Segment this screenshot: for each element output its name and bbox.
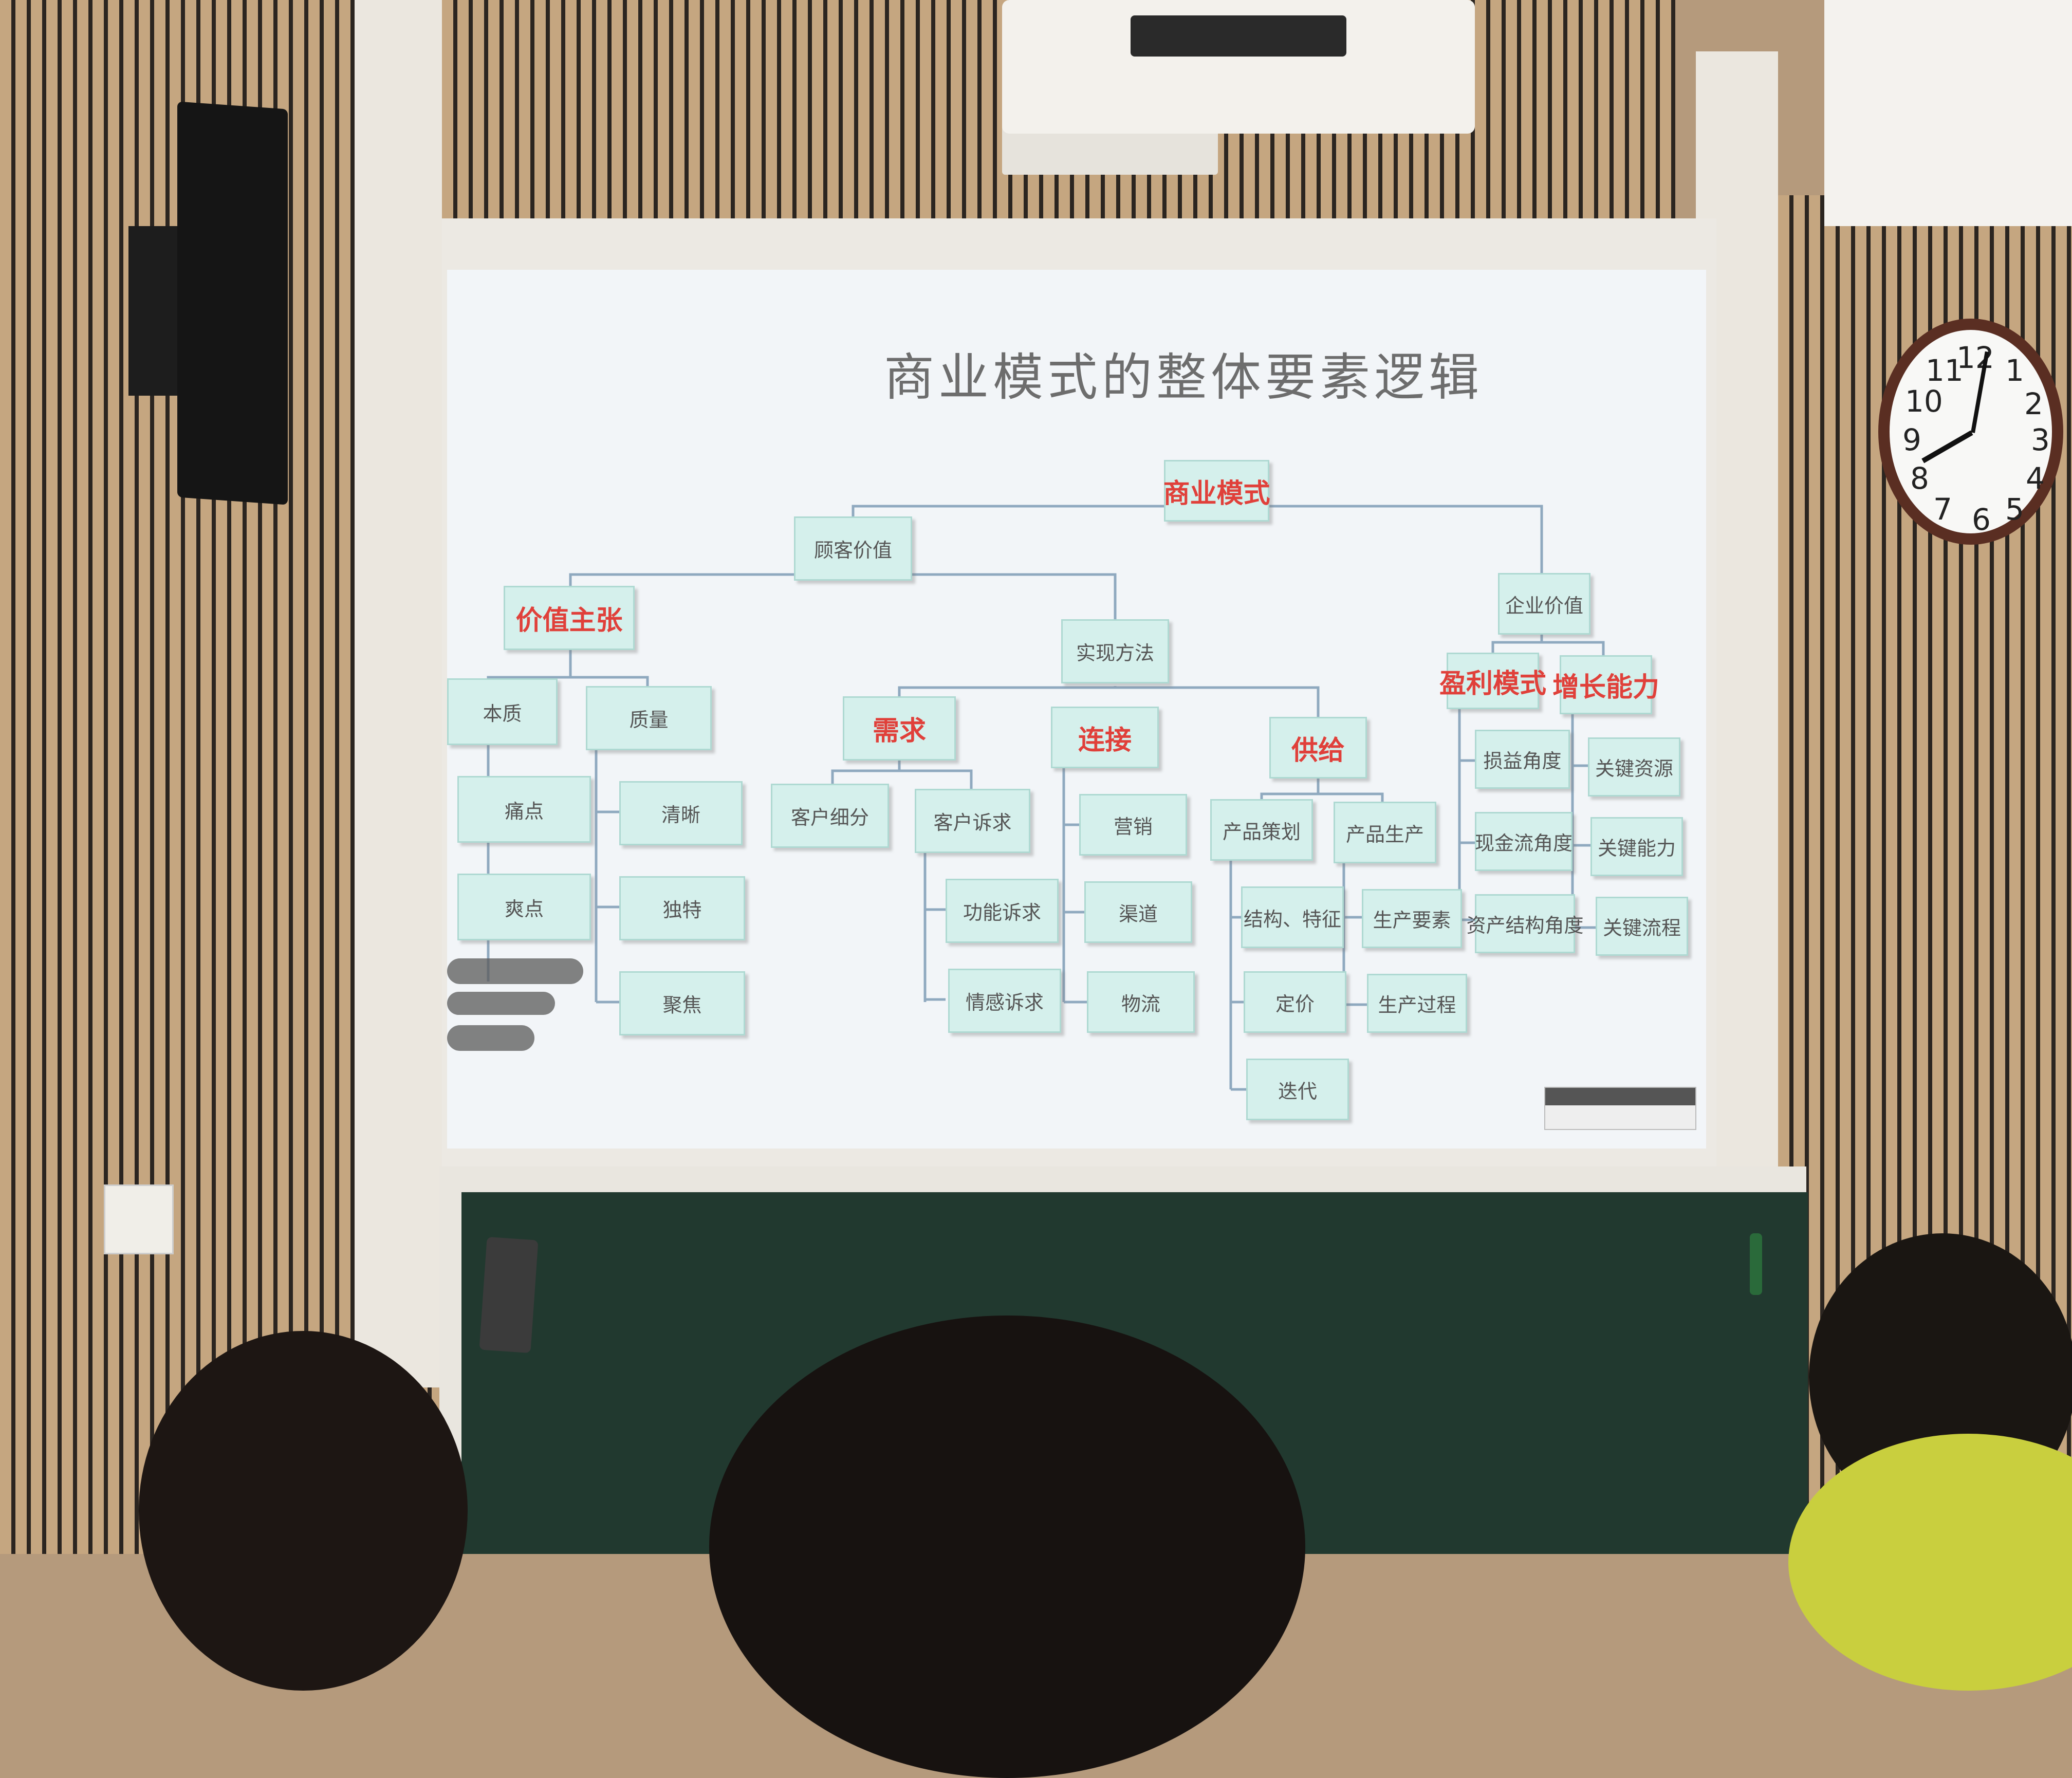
node-production-process: 生产过程 — [1367, 974, 1467, 1033]
clock-number-4: 4 — [2026, 461, 2045, 496]
node-logistics: 物流 — [1087, 971, 1195, 1033]
node-unique: 独特 — [619, 876, 745, 940]
audience-head-center — [709, 1316, 1305, 1778]
board-eraser — [479, 1236, 539, 1354]
chat-panel-overlay — [1544, 1087, 1696, 1130]
audience-head-left — [139, 1331, 468, 1691]
node-focus: 聚焦 — [619, 971, 745, 1035]
node-iteration: 迭代 — [1246, 1059, 1349, 1120]
meeting-toolbar-overlay-2 — [447, 992, 555, 1015]
clock-number-5: 5 — [2005, 492, 2024, 527]
node-key-processes: 关键流程 — [1596, 897, 1688, 956]
meeting-toolbar-overlay — [447, 958, 583, 984]
node-profit-model: 盈利模式 — [1439, 653, 1546, 709]
node-enterprise-value: 企业价值 — [1498, 573, 1590, 635]
clock-number-1: 1 — [2005, 353, 2024, 388]
clock-number-2: 2 — [2024, 386, 2043, 421]
node-functional-appeal: 功能诉求 — [946, 879, 1059, 943]
wall-clock: 12 1 2 3 4 5 6 7 8 9 10 11 — [1878, 319, 2063, 545]
node-pain-point: 痛点 — [457, 776, 591, 843]
node-clear: 清晰 — [619, 781, 743, 845]
clock-number-10: 10 — [1905, 384, 1943, 419]
node-demand: 需求 — [843, 696, 956, 761]
node-channel: 渠道 — [1084, 881, 1192, 943]
node-implementation: 实现方法 — [1061, 619, 1169, 683]
node-customer-appeal: 客户诉求 — [915, 789, 1030, 853]
node-key-capabilities: 关键能力 — [1590, 817, 1683, 876]
clock-number-9: 9 — [1902, 422, 1921, 457]
chalk-marker — [1750, 1233, 1762, 1295]
node-structure-features: 结构、特征 — [1241, 886, 1344, 948]
node-product-planning: 产品策划 — [1210, 799, 1313, 861]
clock-number-11: 11 — [1926, 353, 1964, 388]
node-growth-ability: 增长能力 — [1552, 655, 1659, 714]
node-value-proposition: 价值主张 — [504, 586, 635, 650]
clock-number-6: 6 — [1972, 502, 1991, 537]
node-cash-flow-angle: 现金流角度 — [1475, 812, 1572, 871]
node-capital-structure-angle: 资产结构角度 — [1467, 894, 1584, 953]
meeting-controls-overlay — [447, 1025, 534, 1051]
node-quality: 质量 — [586, 686, 712, 750]
node-pricing: 定价 — [1244, 971, 1346, 1033]
node-customer-segment: 客户细分 — [771, 784, 889, 848]
node-connection: 连接 — [1051, 707, 1159, 768]
clock-number-8: 8 — [1910, 461, 1929, 496]
node-supply: 供给 — [1269, 717, 1367, 779]
clock-number-7: 7 — [1933, 492, 1952, 527]
clock-hour-hand — [1921, 430, 1973, 464]
node-marketing: 营销 — [1079, 794, 1187, 856]
node-key-resources: 关键资源 — [1588, 737, 1680, 797]
node-emotional-appeal: 情感诉求 — [948, 969, 1061, 1033]
node-customer-value: 顾客价值 — [794, 516, 912, 581]
clock-number-3: 3 — [2031, 422, 2050, 457]
node-production-factors: 生产要素 — [1362, 889, 1462, 948]
node-business-model: 商业模式 — [1163, 460, 1270, 522]
node-delight-point: 爽点 — [457, 874, 591, 940]
node-profit-loss-angle: 损益角度 — [1475, 730, 1570, 789]
node-product-production: 产品生产 — [1334, 802, 1436, 863]
chat-panel-header — [1545, 1088, 1695, 1105]
wall-switch-panel — [104, 1184, 174, 1254]
node-essence: 本质 — [447, 678, 558, 745]
